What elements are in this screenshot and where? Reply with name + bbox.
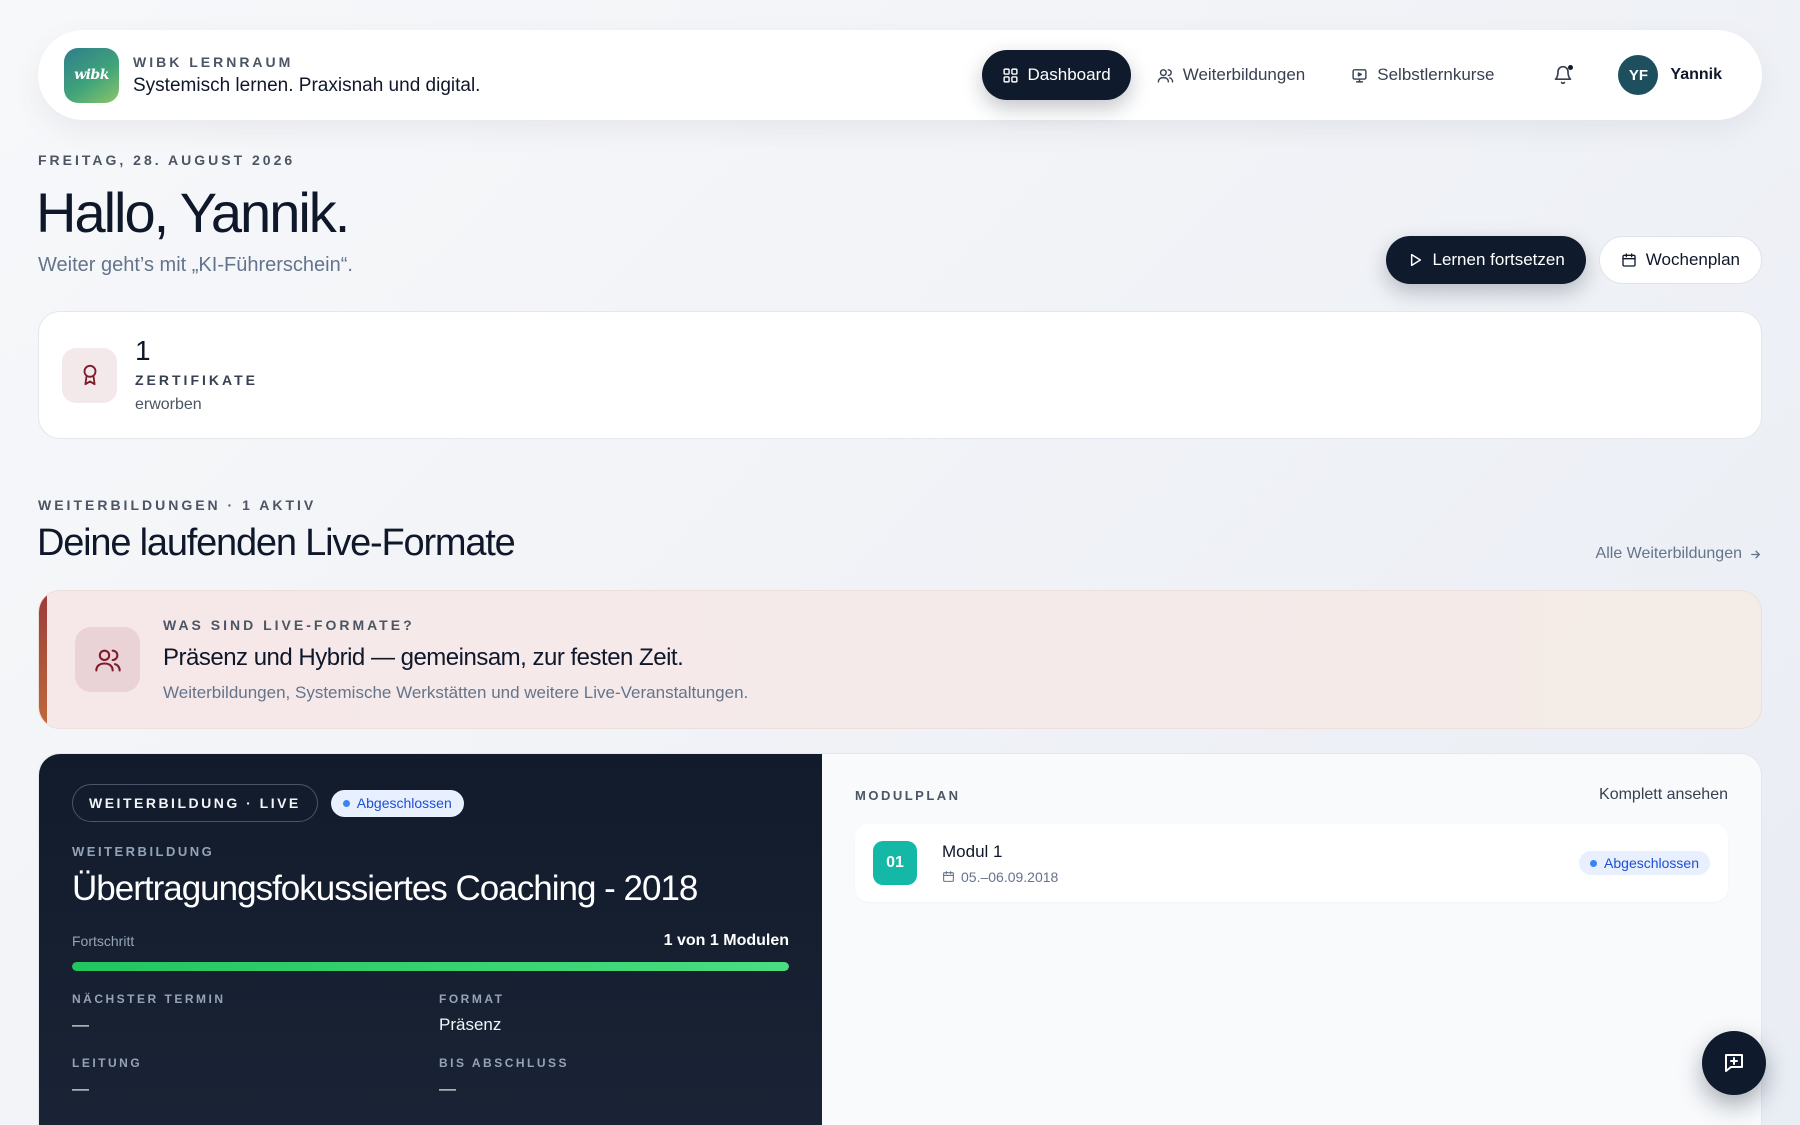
award-icon-box: [62, 347, 117, 403]
module-row[interactable]: 01 Modul 1 05.–06.09.2018 Abgeschlossen: [855, 824, 1728, 902]
status-dot: [342, 799, 350, 807]
course-title[interactable]: Übertragungsfokussiertes Coaching - 2018: [72, 869, 789, 909]
calendar-icon: [1622, 253, 1636, 267]
brand-block: WIBK LERNRAUM Systemisch lernen. Praxisn…: [133, 54, 480, 97]
nav-selbstlernkurse[interactable]: Selbstlernkurse: [1331, 50, 1514, 100]
nav-dashboard[interactable]: Dashboard: [981, 50, 1131, 100]
certificates-label: ZERTIFIKATE: [135, 372, 258, 389]
arrow-right-icon: [1751, 550, 1760, 558]
modulplan-title: MODULPLAN: [855, 787, 961, 803]
meta-next-date: NÄCHSTER TERMIN —: [72, 992, 439, 1035]
brand-eyebrow: WIBK LERNRAUM: [133, 53, 294, 70]
section-eyebrow: WEITERBILDUNGEN · 1 AKTIV: [38, 497, 317, 513]
notifications-button[interactable]: [1548, 60, 1578, 90]
progress-value: 1 von 1 Modulen: [663, 932, 789, 949]
brand-tagline: Systemisch lernen. Praxisnah und digital…: [133, 74, 481, 96]
course-chips: WEITERBILDUNG · LIVE Abgeschlossen: [72, 784, 789, 822]
nav-selbstlernkurse-label: Selbstlernkurse: [1377, 65, 1495, 84]
status-badge: Abgeschlossen: [330, 789, 464, 817]
course-meta: NÄCHSTER TERMIN — FORMAT Präsenz LEITUNG…: [72, 992, 789, 1099]
top-navigation-bar: wibk WIBK LERNRAUM Systemisch lernen. Pr…: [38, 30, 1762, 120]
play-icon: [1411, 253, 1422, 267]
user-menu[interactable]: YF Yannik: [1618, 55, 1722, 95]
status-dot: [1590, 859, 1598, 867]
progress-bar-fill: [72, 962, 789, 971]
info-text: WAS SIND LIVE-FORMATE? Präsenz und Hybri…: [163, 617, 748, 703]
certificates-count: 1: [135, 334, 151, 366]
all-trainings-link[interactable]: Alle Weiterbildungen: [1596, 545, 1762, 563]
modulplan-panel: MODULPLAN Komplett ansehen 01 Modul 1 05…: [822, 754, 1761, 1125]
nav-weiterbildungen[interactable]: Weiterbildungen: [1137, 50, 1326, 100]
users-icon: [1157, 68, 1173, 83]
meta-key: FORMAT: [439, 992, 505, 1006]
modulplan-header: MODULPLAN Komplett ansehen: [855, 786, 1728, 804]
module-number: 01: [873, 841, 917, 885]
page-subtitle: Weiter geht’s mit „KI-Führerschein“.: [38, 254, 353, 276]
weekplan-button[interactable]: Wochenplan: [1598, 236, 1762, 284]
meta-until-completion: BIS ABSCHLUSS —: [439, 1056, 789, 1099]
live-formats-info-banner: WAS SIND LIVE-FORMATE? Präsenz und Hybri…: [38, 590, 1762, 729]
info-icon-box: [75, 627, 140, 692]
monitor-play-icon: [1352, 68, 1367, 83]
module-status-badge: Abgeschlossen: [1579, 851, 1710, 875]
certificates-sub: erworben: [135, 396, 202, 414]
logo-text: wibk: [74, 67, 109, 83]
module-text: Modul 1 05.–06.09.2018: [942, 842, 1058, 885]
section-title: Deine laufenden Live-Formate: [37, 522, 516, 564]
module-date-text: 05.–06.09.2018: [961, 868, 1059, 885]
message-plus-icon: [1725, 1054, 1743, 1072]
nav-weiterbildungen-label: Weiterbildungen: [1182, 65, 1306, 84]
info-title: Präsenz und Hybrid — gemeinsam, zur fest…: [163, 643, 684, 671]
wibk-logo[interactable]: wibk: [64, 47, 119, 103]
continue-learning-label: Lernen fortsetzen: [1432, 250, 1565, 269]
meta-value: —: [439, 1079, 456, 1098]
meta-lead: LEITUNG —: [72, 1056, 439, 1099]
weekplan-label: Wochenplan: [1645, 250, 1740, 269]
calendar-icon: [943, 871, 954, 882]
continue-learning-button[interactable]: Lernen fortsetzen: [1386, 236, 1586, 284]
module-status-label: Abgeschlossen: [1604, 855, 1699, 871]
hero-actions: Lernen fortsetzen Wochenplan: [1386, 236, 1762, 284]
info-description: Weiterbildungen, Systemische Werkstätten…: [163, 682, 749, 702]
meta-value: —: [72, 1015, 89, 1034]
status-badge-label: Abgeschlossen: [356, 795, 452, 811]
progress-bar: [72, 962, 789, 971]
meta-value: Präsenz: [439, 1015, 502, 1034]
banner-accent-bar: [39, 591, 47, 728]
avatar: YF: [1618, 55, 1659, 95]
certificates-stat-text: 1 ZERTIFIKATE erworben: [135, 334, 258, 415]
module-date: 05.–06.09.2018: [942, 869, 1058, 885]
award-icon: [83, 364, 96, 386]
progress-label: Fortschritt: [72, 933, 135, 949]
module-name: Modul 1: [942, 841, 1003, 861]
course-type-chip: WEITERBILDUNG · LIVE: [72, 784, 318, 822]
info-eyebrow: WAS SIND LIVE-FORMATE?: [163, 616, 415, 633]
grid-icon: [1002, 67, 1018, 83]
all-trainings-label: Alle Weiterbildungen: [1595, 545, 1742, 562]
user-name: Yannik: [1670, 66, 1722, 83]
main-nav: Dashboard Weiterbildungen Selbstlernkurs…: [976, 50, 1736, 100]
nav-dashboard-label: Dashboard: [1027, 65, 1111, 84]
users-icon: [94, 649, 121, 672]
meta-key: BIS ABSCHLUSS: [439, 1056, 570, 1070]
view-all-modules-link[interactable]: Komplett ansehen: [1599, 786, 1728, 804]
feedback-chat-button[interactable]: [1702, 1031, 1766, 1095]
certificates-stat-card: 1 ZERTIFIKATE erworben: [38, 311, 1762, 439]
course-eyebrow: WEITERBILDUNG: [72, 844, 215, 859]
progress-row: Fortschritt 1 von 1 Modulen: [72, 932, 789, 950]
meta-key: NÄCHSTER TERMIN: [72, 992, 226, 1006]
meta-value: —: [72, 1079, 89, 1098]
course-summary: WEITERBILDUNG · LIVE Abgeschlossen WEITE…: [39, 754, 822, 1125]
meta-format: FORMAT Präsenz: [439, 992, 789, 1035]
course-card: WEITERBILDUNG · LIVE Abgeschlossen WEITE…: [38, 753, 1762, 1125]
meta-key: LEITUNG: [72, 1056, 143, 1070]
page-title: Hallo, Yannik.: [36, 181, 350, 244]
current-date: FREITAG, 28. AUGUST 2026: [38, 152, 296, 168]
